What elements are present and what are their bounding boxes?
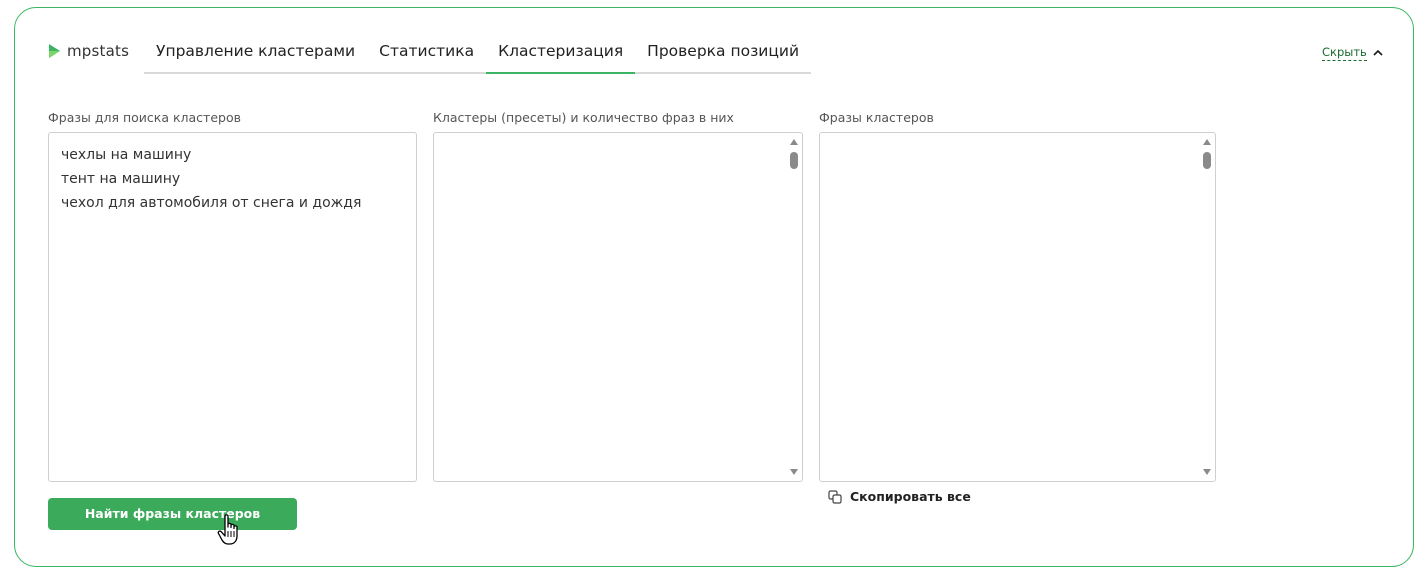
brand-name: mpstats [67,42,130,60]
scroll-thumb[interactable] [1203,152,1211,169]
cluster-phrases-scrollbar[interactable] [1200,134,1214,480]
main-tabs: Управление кластерами Статистика Кластер… [144,33,812,74]
mpstats-logo-icon [49,44,60,58]
cluster-phrases-label: Фразы кластеров [819,110,934,125]
clusters-list[interactable] [433,132,803,482]
tab-cluster-management[interactable]: Управление кластерами [144,33,367,72]
phrases-textarea[interactable]: чехлы на машину тент на машину чехол для… [48,132,417,482]
cluster-phrases-list[interactable] [819,132,1216,482]
phrases-label: Фразы для поиска кластеров [48,110,241,125]
hand-cursor-icon [217,514,238,545]
hide-label: Скрыть [1322,45,1367,61]
tab-statistics[interactable]: Статистика [367,33,486,72]
scroll-thumb[interactable] [790,152,798,169]
phrase-line: чехлы на машину [61,147,192,163]
copy-all-label: Скопировать все [850,489,971,504]
phrase-line: тент на машину [61,171,181,187]
find-cluster-phrases-button[interactable]: Найти фразы кластеров (пресетов) [48,498,297,553]
scroll-down-icon[interactable] [1203,469,1211,475]
hide-toggle[interactable]: Скрыть [1322,44,1383,61]
clusters-scrollbar[interactable] [787,134,801,480]
tab-clusterization[interactable]: Кластеризация [486,33,636,74]
scroll-down-icon[interactable] [790,469,798,475]
phrase-line: чехол для автомобиля от снега и дождя [61,195,362,211]
scroll-up-icon[interactable] [1203,139,1211,145]
tab-position-check[interactable]: Проверка позиций [635,33,811,72]
copy-icon [828,489,842,504]
brand-logo[interactable]: mpstats [48,42,129,60]
chevron-up-icon [1373,49,1383,56]
copy-all-button[interactable]: Скопировать все [828,489,971,504]
clusters-label: Кластеры (пресеты) и количество фраз в н… [433,110,734,125]
scroll-up-icon[interactable] [790,139,798,145]
